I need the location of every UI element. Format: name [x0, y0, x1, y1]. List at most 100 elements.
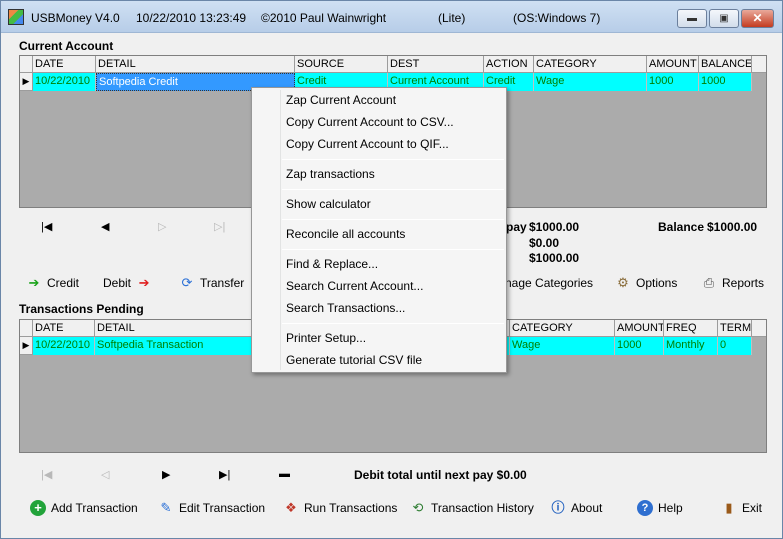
- table-row-cell[interactable]: 0: [718, 337, 752, 355]
- col-date[interactable]: DATE: [33, 320, 95, 337]
- prev-record-button[interactable]: ◀: [101, 220, 109, 233]
- manage-categories-button[interactable]: nage Categories: [505, 273, 593, 293]
- transaction-history-label: Transaction History: [431, 501, 534, 515]
- menu-item-printer-setup[interactable]: Printer Setup...: [286, 328, 366, 348]
- menu-separator: [282, 219, 504, 220]
- menu-item-show-calculator[interactable]: Show calculator: [286, 194, 371, 214]
- menu-item-search-account[interactable]: Search Current Account...: [286, 276, 423, 296]
- menu-separator: [282, 323, 504, 324]
- col-source[interactable]: SOURCE: [295, 56, 388, 73]
- table-row-cell[interactable]: 1000: [615, 337, 664, 355]
- balance-label: Balance: [658, 220, 705, 234]
- options-label: Options: [636, 276, 678, 290]
- pay-value: $1000.00: [529, 220, 580, 234]
- plus-circle-icon: +: [30, 500, 46, 516]
- main-window: USBMoney V4.0 10/22/2010 13:23:49 ©2010 …: [0, 0, 783, 539]
- table-row-cell[interactable]: Wage: [534, 73, 647, 91]
- menu-separator: [282, 249, 504, 250]
- col-term[interactable]: TERM: [718, 320, 752, 337]
- maximize-button[interactable]: ▣: [709, 9, 739, 28]
- transaction-history-button[interactable]: ⟲ Transaction History: [410, 498, 534, 518]
- title-datetime: 10/22/2010 13:23:49: [136, 11, 247, 25]
- table-row-cell[interactable]: 10/22/2010: [33, 73, 96, 91]
- pencil-icon: ✎: [160, 500, 172, 515]
- transfer-button[interactable]: ⟳ Transfer: [179, 273, 245, 293]
- menu-gutter: [280, 90, 281, 370]
- app-icon: [8, 9, 24, 25]
- next-record-button[interactable]: ▷: [158, 220, 166, 233]
- col-category[interactable]: CATEGORY: [534, 56, 647, 73]
- transfer-label: Transfer: [200, 276, 245, 290]
- table-row-cell[interactable]: 1000: [647, 73, 699, 91]
- row-indicator[interactable]: ▶: [20, 337, 33, 355]
- run-transactions-label: Run Transactions: [304, 501, 398, 515]
- menu-item-copy-csv[interactable]: Copy Current Account to CSV...: [286, 112, 454, 132]
- printer-icon: ⎙: [703, 275, 715, 290]
- col-amount[interactable]: AMOUNT: [615, 320, 664, 337]
- run-transactions-button[interactable]: ❖ Run Transactions: [283, 498, 397, 518]
- menu-separator: [282, 189, 504, 190]
- edit-transaction-label: Edit Transaction: [179, 501, 266, 515]
- delete-pending-button[interactable]: ▬: [279, 468, 290, 480]
- manage-categories-label: nage Categories: [505, 276, 594, 290]
- col-balance[interactable]: BALANCE: [699, 56, 752, 73]
- row-indicator[interactable]: ▶: [20, 73, 33, 91]
- title-os: (OS:Windows 7): [513, 11, 601, 25]
- col-category[interactable]: CATEGORY: [510, 320, 615, 337]
- col-filler: [752, 56, 766, 73]
- reports-button[interactable]: ⎙ Reports: [701, 273, 764, 293]
- title-edition: (Lite): [438, 11, 466, 25]
- add-transaction-button[interactable]: + Add Transaction: [30, 498, 138, 518]
- menu-item-find-replace[interactable]: Find & Replace...: [286, 254, 378, 274]
- debit-button[interactable]: Debit ➔: [103, 273, 152, 293]
- table-row-cell[interactable]: 10/22/2010: [33, 337, 95, 355]
- exit-label: Exit: [742, 501, 763, 515]
- refresh-icon: ⟳: [181, 275, 193, 290]
- col-date[interactable]: DATE: [33, 56, 96, 73]
- pending-next-button[interactable]: ▶: [162, 468, 170, 481]
- about-button[interactable]: ⓘ About: [550, 498, 602, 518]
- pending-last-button[interactable]: ▶|: [219, 468, 230, 481]
- help-button[interactable]: ? Help: [637, 498, 683, 518]
- last-record-button[interactable]: ▷|: [214, 220, 225, 233]
- summary-line-2: $0.00: [529, 236, 560, 250]
- col-freq[interactable]: FREQ: [664, 320, 718, 337]
- app-title: USBMoney V4.0: [31, 11, 120, 25]
- balance-value: $1000.00: [707, 220, 758, 234]
- exit-button[interactable]: ▮ Exit: [721, 498, 762, 518]
- pending-prev-button[interactable]: ◁: [101, 468, 109, 481]
- col-dest[interactable]: DEST: [388, 56, 484, 73]
- menu-item-search-transactions[interactable]: Search Transactions...: [286, 298, 405, 318]
- green-arrow-icon: ➔: [28, 275, 40, 290]
- menu-item-zap-transactions[interactable]: Zap transactions: [286, 164, 375, 184]
- menu-item-reconcile[interactable]: Reconcile all accounts: [286, 224, 405, 244]
- debit-total: Debit total until next pay $0.00: [354, 468, 527, 482]
- current-account-label: Current Account: [19, 39, 114, 53]
- menu-item-copy-qif[interactable]: Copy Current Account to QIF...: [286, 134, 449, 154]
- about-label: About: [571, 501, 603, 515]
- menu-item-zap-current-account[interactable]: Zap Current Account: [286, 90, 396, 110]
- title-copyright: ©2010 Paul Wainwright: [261, 11, 387, 25]
- grid-corner: [20, 56, 33, 73]
- options-button[interactable]: ⚙ Options: [615, 273, 677, 293]
- col-action[interactable]: ACTION: [484, 56, 534, 73]
- menu-separator: [282, 159, 504, 160]
- first-record-button[interactable]: |◀: [41, 220, 52, 233]
- table-row-cell[interactable]: 1000: [699, 73, 752, 91]
- pending-first-button[interactable]: |◀: [41, 468, 52, 481]
- col-amount[interactable]: AMOUNT: [647, 56, 699, 73]
- edit-transaction-button[interactable]: ✎ Edit Transaction: [158, 498, 266, 518]
- col-detail[interactable]: DETAIL: [96, 56, 295, 73]
- help-label: Help: [658, 501, 683, 515]
- credit-button[interactable]: ➔ Credit: [26, 273, 79, 293]
- reports-label: Reports: [722, 276, 765, 290]
- title-bar: USBMoney V4.0 10/22/2010 13:23:49 ©2010 …: [1, 1, 782, 33]
- table-row-cell[interactable]: Wage: [510, 337, 615, 355]
- info-icon: ⓘ: [551, 500, 565, 515]
- menu-item-generate-csv[interactable]: Generate tutorial CSV file: [286, 350, 422, 370]
- close-button[interactable]: ✕: [741, 9, 774, 28]
- history-icon: ⟲: [412, 500, 424, 515]
- table-row-cell[interactable]: Monthly: [664, 337, 718, 355]
- minimize-button[interactable]: ▬: [677, 9, 707, 28]
- debit-label: Debit: [103, 276, 132, 290]
